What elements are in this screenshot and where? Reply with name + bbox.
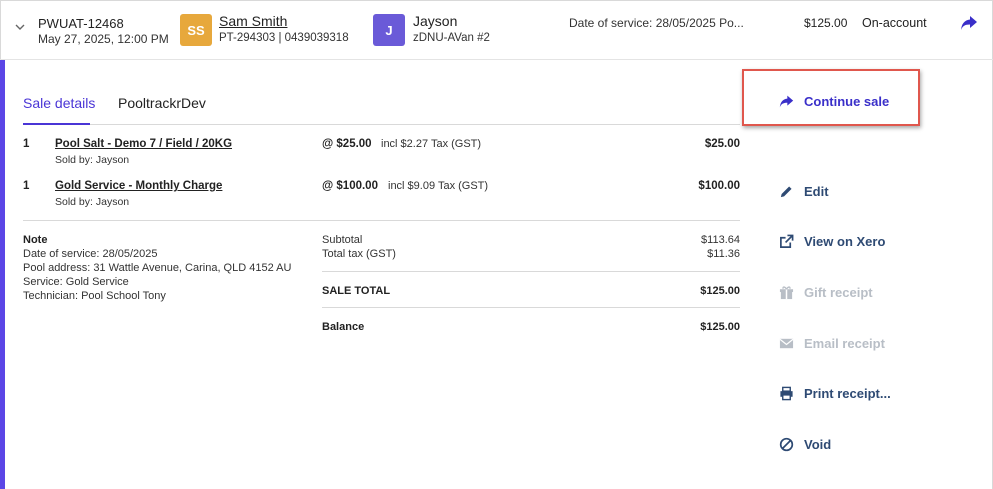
customer-details: PT-294303 | 0439039318 (219, 32, 349, 44)
gift-receipt-label: Gift receipt (804, 285, 873, 300)
note-title: Note (23, 234, 48, 246)
balance-label: Balance (322, 321, 365, 333)
totals-divider (322, 307, 740, 308)
external-link-icon (780, 234, 794, 248)
total-tax-label: Total tax (GST) (322, 248, 396, 260)
technician-name: Jayson (413, 13, 458, 29)
total-tax-value: $11.36 (707, 248, 740, 260)
subtotal-value: $113.64 (701, 234, 740, 246)
balance-value: $125.00 (700, 321, 740, 333)
expanded-accent-bar (0, 60, 5, 489)
line-item-total: $100.00 (698, 180, 740, 192)
tab-pooltrackrdev[interactable]: PooltrackrDev (118, 95, 206, 111)
void-button[interactable]: Void (779, 437, 831, 452)
active-tab-indicator (23, 123, 90, 125)
sale-header-row[interactable]: PWUAT-12468 May 27, 2025, 12:00 PM SS Sa… (0, 0, 993, 60)
email-receipt-label: Email receipt (804, 336, 885, 351)
continue-sale-label: Continue sale (804, 94, 890, 109)
note-line: Date of service: 28/05/2025 (23, 248, 158, 260)
sale-datetime: May 27, 2025, 12:00 PM (38, 32, 169, 46)
pencil-icon (780, 186, 792, 198)
continue-sale-button[interactable]: Continue sale (779, 94, 889, 109)
ban-icon (779, 437, 794, 452)
line-item-sold-by: Sold by: Jayson (55, 154, 130, 166)
sale-id: PWUAT-12468 (38, 16, 124, 31)
void-label: Void (804, 437, 832, 452)
line-item-qty: 1 (23, 180, 30, 192)
line-item-name-link[interactable]: Pool Salt - Demo 7 / Field / 20KG (55, 138, 232, 150)
note-line: Pool address: 31 Wattle Avenue, Carina, … (23, 262, 292, 274)
line-item-tax: incl $2.27 Tax (GST) (381, 138, 482, 150)
gift-icon (779, 286, 794, 300)
sale-amount: $125.00 (804, 16, 848, 30)
view-on-xero-label: View on Xero (804, 234, 886, 249)
chevron-down-icon[interactable] (14, 21, 26, 33)
totals-divider (322, 271, 740, 272)
line-item-name-link[interactable]: Gold Service - Monthly Charge (55, 180, 222, 192)
line-item-tax: incl $9.09 Tax (GST) (388, 180, 489, 192)
customer-avatar: SS (180, 14, 212, 46)
share-arrow-icon (779, 95, 794, 108)
line-item-total: $25.00 (704, 138, 740, 150)
items-divider (23, 220, 740, 221)
edit-label: Edit (804, 184, 829, 199)
line-item-unit-price: @ $100.00 (322, 180, 378, 192)
date-of-service: Date of service: 28/05/2025 Po... (569, 16, 744, 30)
line-item-sold-by: Sold by: Jayson (55, 196, 130, 208)
line-item-qty: 1 (23, 138, 30, 150)
print-receipt-button[interactable]: Print receipt... (779, 386, 891, 401)
line-item-unit-price: @ $25.00 (322, 138, 372, 150)
note-line: Service: Gold Service (23, 276, 129, 288)
tabs-divider (23, 124, 740, 125)
tab-sale-details[interactable]: Sale details (23, 95, 95, 111)
payment-status: On-account (862, 16, 927, 30)
printer-icon (780, 386, 793, 401)
gift-receipt-button[interactable]: Gift receipt (779, 285, 873, 300)
sale-total-value: $125.00 (700, 285, 740, 297)
print-receipt-label: Print receipt... (804, 386, 891, 401)
note-line: Technician: Pool School Tony (23, 290, 166, 302)
envelope-icon (779, 338, 794, 349)
view-on-xero-button[interactable]: View on Xero (779, 234, 885, 249)
email-receipt-button[interactable]: Email receipt (779, 336, 885, 351)
share-arrow-icon[interactable] (960, 15, 978, 31)
edit-button[interactable]: Edit (779, 184, 829, 199)
subtotal-label: Subtotal (322, 234, 363, 246)
technician-avatar: J (373, 14, 405, 46)
sale-total-label: SALE TOTAL (322, 285, 391, 297)
customer-name-link[interactable]: Sam Smith (219, 13, 287, 29)
technician-vehicle: zDNU-AVan #2 (413, 32, 490, 44)
